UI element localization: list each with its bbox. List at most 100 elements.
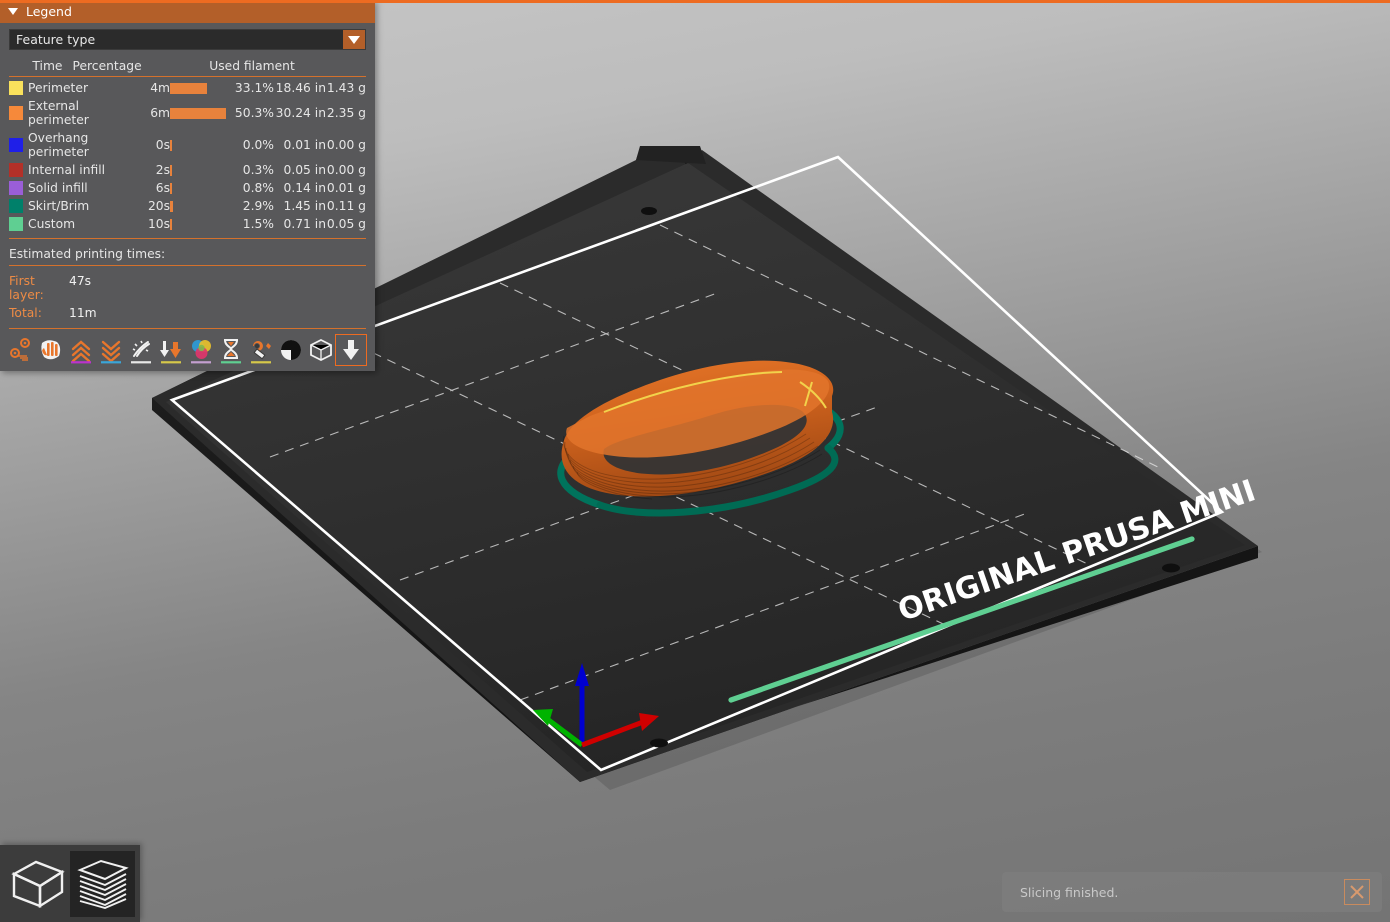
legend-percentage: 50.3% [230,97,274,129]
legend-row[interactable]: Custom10s1.5%0.71 in0.05 g [9,215,366,233]
seams-up-icon [68,337,94,364]
legend-toggle-icon [308,337,334,364]
legend-filament-length: 0.14 in [274,179,326,197]
chevron-down-icon[interactable] [343,30,365,49]
legend-color-swatch [9,79,28,97]
tool-changes-icon [188,337,214,364]
travel-button[interactable] [6,335,36,365]
seams-down-button[interactable] [96,335,126,365]
estimated-time-label: First layer: [9,274,69,302]
legend-time: 2s [136,161,170,179]
tool-changes-button[interactable] [186,335,216,365]
view-type-select[interactable]: Feature type [9,29,366,50]
estimated-times-list: First layer:47sTotal:11m [9,268,366,328]
legend-row[interactable]: Internal infill2s0.3%0.05 in0.00 g [9,161,366,179]
seams-up-button[interactable] [66,335,96,365]
estimated-time-value: 47s [69,274,91,302]
legend-percentage-bar [170,161,230,179]
legend-feature-name: Solid infill [28,179,136,197]
legend-feature-name: Perimeter [28,79,136,97]
legend-color-swatch [9,179,28,197]
travel-icon [8,337,34,364]
legend-time: 10s [136,215,170,233]
times-divider-mid [9,265,366,266]
legend-title-label: Legend [26,4,72,19]
seams-down-icon [98,337,124,364]
legend-percentage-bar [170,179,230,197]
preview-view-tab[interactable] [70,851,135,917]
legend-feature-name: Overhang perimeter [28,129,136,161]
sequential-slider-icon [338,337,364,364]
legend-filament-mass: 2.35 g [326,97,366,129]
legend-time: 6m [136,97,170,129]
legend-row[interactable]: Overhang perimeter0s0.0%0.01 in0.00 g [9,129,366,161]
times-divider-bottom [9,328,366,329]
top-accent-bar [0,0,1390,3]
legend-row[interactable]: Solid infill6s 0.8%0.14 in0.01 g [9,179,366,197]
legend-color-swatch [9,129,28,161]
pause-prints-button[interactable] [216,335,246,365]
legend-header-divider [9,76,366,77]
shells-button[interactable] [276,335,306,365]
legend-feature-name: External perimeter [28,97,136,129]
view-type-value: Feature type [10,30,343,49]
legend-title-bar[interactable]: Legend [0,0,375,23]
custom-gcode-button[interactable] [246,335,276,365]
legend-time: 6s [136,179,170,197]
retractions-icon [38,337,64,364]
legend-filament-mass: 0.05 g [326,215,366,233]
retract-extrude-icon [158,337,184,364]
legend-percentage-bar [170,97,230,129]
estimated-times-heading: Estimated printing times: [9,241,366,265]
legend-percentage-bar [170,79,230,97]
times-divider-top [9,238,366,239]
wipe-icon [128,337,154,364]
legend-filament-length: 1.45 in [274,197,326,215]
legend-filament-length: 30.24 in [274,97,326,129]
legend-feature-name: Skirt/Brim [28,197,136,215]
notification-toast: Slicing finished. [1002,872,1382,912]
cube-icon [10,858,66,910]
legend-time: 0s [136,129,170,161]
legend-panel: Legend Feature type Time Percentage Used… [0,0,375,371]
legend-color-swatch [9,97,28,129]
estimated-time-label: Total: [9,306,69,320]
view-mode-tabs [0,845,140,922]
estimated-time-row: Total:11m [9,304,366,322]
shells-icon [278,337,304,364]
pause-prints-icon [218,337,244,364]
legend-filament-length: 0.01 in [274,129,326,161]
layer-stack-icon [75,858,131,910]
sequential-slider-button[interactable] [336,335,366,365]
legend-filament-mass: 0.11 g [326,197,366,215]
legend-feature-name: Custom [28,215,136,233]
retractions-button[interactable] [36,335,66,365]
triangle-down-icon[interactable] [8,8,18,15]
legend-color-swatch [9,197,28,215]
legend-percentage: 0.8% [230,179,274,197]
legend-row[interactable]: External perimeter6m 50.3%30.24 in2.35 g [9,97,366,129]
preview-toolbar [0,331,375,371]
legend-feature-name: Internal infill [28,161,136,179]
legend-row[interactable]: Perimeter4m33.1%18.46 in1.43 g [9,79,366,97]
estimated-time-value: 11m [69,306,97,320]
legend-header-row: Time Percentage Used filament [9,57,366,76]
legend-filament-length: 18.46 in [274,79,326,97]
editor-view-tab[interactable] [5,851,70,917]
col-percentage: Percentage [62,57,203,76]
legend-percentage: 33.1% [230,79,274,97]
close-icon[interactable] [1344,879,1370,905]
estimated-time-row: First layer:47s [9,272,366,304]
legend-row[interactable]: Skirt/Brim20s2.9%1.45 in0.11 g [9,197,366,215]
wipe-button[interactable] [126,335,156,365]
legend-toggle-button[interactable] [306,335,336,365]
legend-filament-mass: 0.01 g [326,179,366,197]
legend-percentage: 1.5% [230,215,274,233]
retract-extrude-button[interactable] [156,335,186,365]
legend-filament-mass: 1.43 g [326,79,366,97]
legend-color-swatch [9,161,28,179]
legend-filament-length: 0.05 in [274,161,326,179]
col-time: Time [9,57,62,76]
legend-percentage: 2.9% [230,197,274,215]
custom-gcode-icon [248,337,274,364]
